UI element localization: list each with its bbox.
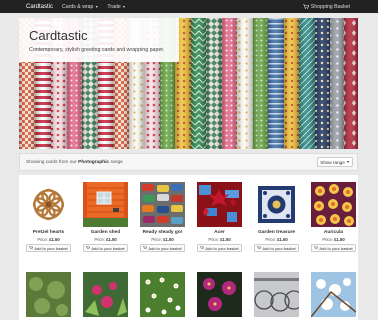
show-range-label: Show range: [320, 159, 345, 165]
nav-trade-label: Trade: [107, 3, 121, 10]
add-to-basket-button[interactable]: Add to your basket: [83, 244, 128, 252]
product-image-row2-4[interactable]: [197, 272, 242, 317]
cart-icon: [302, 4, 309, 9]
product-image-auricula[interactable]: [311, 182, 356, 227]
caret-down-icon: ▼: [122, 4, 126, 9]
cart-icon: [86, 246, 91, 249]
range-suffix: range: [110, 159, 123, 165]
brand-link[interactable]: Cardtastic: [26, 4, 53, 10]
add-to-basket-button[interactable]: Add to your basket: [140, 244, 185, 252]
product-price: Price: £1.50: [322, 236, 345, 242]
product-image-acer[interactable]: [197, 182, 242, 227]
product-card: Ready steady go! Price: £1.50 Add to you…: [140, 182, 185, 252]
product-image-garden-shed[interactable]: [83, 182, 128, 227]
product-card: Pretzel hearts Price: £1.50 Add to your …: [26, 182, 71, 252]
shopping-basket-link[interactable]: Shopping Basket: [302, 0, 350, 13]
product-image-row2-3[interactable]: [140, 272, 185, 317]
range-info-bar: Showing cards from our Photographic rang…: [19, 153, 358, 171]
caret-down-icon: ▼: [346, 160, 350, 164]
product-image-pretzel-hearts[interactable]: [26, 182, 71, 227]
product-price: Price: £1.50: [94, 236, 117, 242]
product-price: Price: £1.50: [265, 236, 288, 242]
cart-icon: [314, 246, 319, 249]
product-title: Ready steady go!: [142, 229, 183, 235]
product-grid: Pretzel hearts Price: £1.50 Add to your …: [19, 175, 358, 320]
product-card: Auricula Price: £1.50 Add to your basket: [311, 182, 356, 252]
product-card: Garden shed Price: £1.50 Add to your bas…: [83, 182, 128, 252]
cart-icon: [29, 246, 34, 249]
product-title: Garden treasure: [257, 229, 296, 235]
add-to-basket-button[interactable]: Add to your basket: [26, 244, 71, 252]
product-card: Acer Price: £1.50 Add to your basket: [197, 182, 242, 252]
nav-trade[interactable]: Trade ▼: [107, 4, 125, 10]
product-price: Price: £1.50: [151, 236, 174, 242]
nav-cards-wrap[interactable]: Cards & wrap ▼: [62, 4, 98, 10]
product-image-ready-steady-go[interactable]: [140, 182, 185, 227]
hero-title: Cardtastic: [29, 28, 88, 43]
product-image-row2-2[interactable]: [83, 272, 128, 317]
product-title: Pretzel hearts: [32, 229, 65, 235]
product-image-row2-1[interactable]: [26, 272, 71, 317]
range-name: Photographic: [78, 159, 110, 165]
product-title: Garden shed: [90, 229, 121, 235]
hero-banner: Cardtastic Contemporary, stylish greetin…: [19, 18, 358, 149]
product-image-garden-treasure[interactable]: [254, 182, 299, 227]
cart-icon: [257, 246, 262, 249]
top-navbar: Cardtastic Cards & wrap ▼ Trade ▼ Shoppi…: [0, 0, 378, 13]
product-title: Acer: [214, 229, 225, 235]
nav-cards-wrap-label: Cards & wrap: [62, 3, 94, 10]
product-price: Price: £1.50: [37, 236, 60, 242]
hero-text-panel: Cardtastic Contemporary, stylish greetin…: [19, 18, 179, 62]
product-image-row2-6[interactable]: [311, 272, 356, 317]
product-price: Price: £1.50: [208, 236, 231, 242]
cart-icon: [143, 246, 148, 249]
product-card: Garden treasure Price: £1.50 Add to your…: [254, 182, 299, 252]
product-image-row2-5[interactable]: [254, 272, 299, 317]
add-to-basket-button[interactable]: Add to your basket: [254, 244, 299, 252]
show-range-dropdown[interactable]: Show range ▼: [317, 157, 353, 167]
product-title: Auricula: [323, 229, 344, 235]
caret-down-icon: ▼: [94, 4, 99, 9]
cart-icon: [200, 246, 205, 249]
shopping-basket-label: Shopping Basket: [310, 3, 350, 10]
hero-subtitle: Contemporary, stylish greeting cards and…: [29, 47, 165, 53]
add-to-basket-button[interactable]: Add to your basket: [311, 244, 356, 252]
add-to-basket-button[interactable]: Add to your basket: [197, 244, 242, 252]
range-prefix: Showing cards from our: [26, 159, 77, 165]
